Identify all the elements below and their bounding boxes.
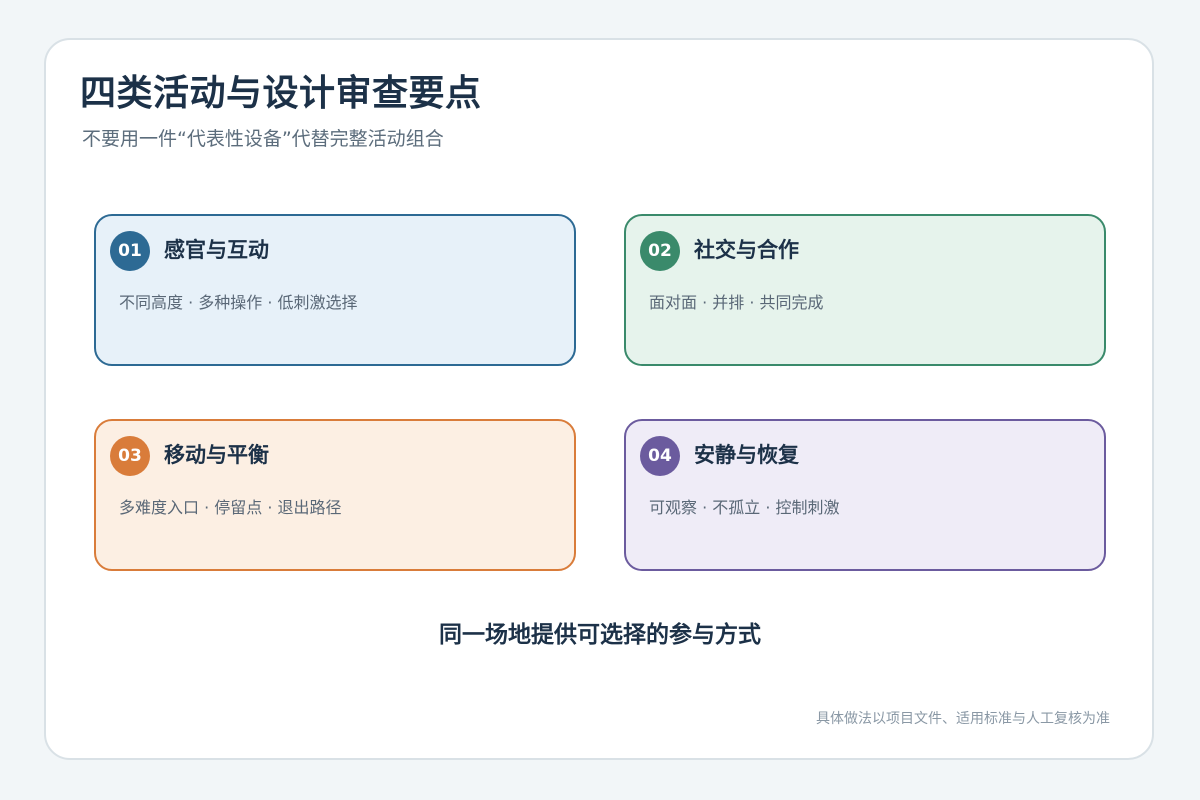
card-title: 安静与恢复 — [694, 443, 799, 467]
card-number-badge: 01 — [110, 231, 150, 271]
card-description: 不同高度 · 多种操作 · 低刺激选择 — [119, 293, 358, 312]
card-number-badge: 04 — [640, 436, 680, 476]
card-description: 面对面 · 并排 · 共同完成 — [649, 293, 824, 312]
card-description: 多难度入口 · 停留点 · 退出路径 — [119, 498, 342, 517]
card-description: 可观察 · 不孤立 · 控制刺激 — [649, 498, 840, 517]
card-number-badge: 02 — [640, 231, 680, 271]
card-title: 移动与平衡 — [164, 443, 269, 467]
summary-statement: 同一场地提供可选择的参与方式 — [439, 622, 761, 648]
activity-card-quiet: 04 安静与恢复 可观察 · 不孤立 · 控制刺激 — [624, 419, 1106, 571]
footnote: 具体做法以项目文件、适用标准与人工复核为准 — [816, 711, 1110, 727]
card-title: 社交与合作 — [694, 238, 799, 262]
activity-card-movement: 03 移动与平衡 多难度入口 · 停留点 · 退出路径 — [94, 419, 576, 571]
page-title: 四类活动与设计审查要点 — [80, 73, 482, 114]
activity-card-social: 02 社交与合作 面对面 · 并排 · 共同完成 — [624, 214, 1106, 366]
page-subtitle: 不要用一件“代表性设备”代替完整活动组合 — [82, 128, 444, 150]
activity-card-sensory: 01 感官与互动 不同高度 · 多种操作 · 低刺激选择 — [94, 214, 576, 366]
card-title: 感官与互动 — [164, 238, 269, 262]
card-number-badge: 03 — [110, 436, 150, 476]
